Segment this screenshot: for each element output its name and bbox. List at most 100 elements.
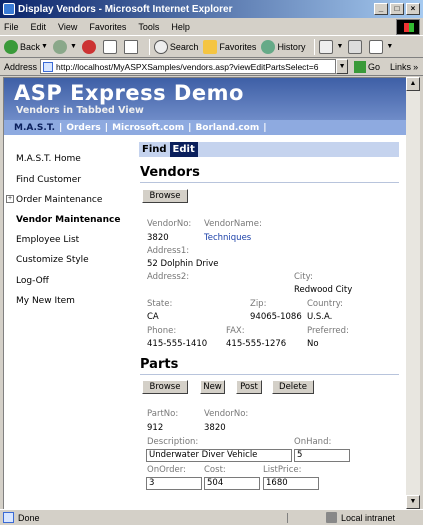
menu-view[interactable]: View: [58, 22, 77, 32]
description-label: Description:: [147, 437, 199, 447]
search-button[interactable]: Search: [153, 39, 198, 54]
stop-icon: [81, 39, 96, 54]
menu-help[interactable]: Help: [171, 22, 190, 32]
tab-strip: Find Edit: [139, 142, 399, 157]
refresh-button[interactable]: [102, 39, 119, 54]
phone-label: Phone:: [147, 326, 177, 336]
vendor-no-value: 3820: [147, 233, 169, 243]
go-button[interactable]: Go: [354, 60, 380, 73]
city-label: City:: [294, 272, 313, 282]
back-label: Back: [20, 41, 41, 52]
go-arrow-icon: [354, 60, 367, 73]
back-button[interactable]: Back ▼: [4, 39, 48, 54]
state-label: State:: [147, 299, 173, 309]
search-icon: [153, 39, 168, 54]
on-order-label: OnOrder:: [147, 465, 186, 475]
favorites-label: Favorites: [219, 41, 257, 52]
history-label: History: [277, 41, 306, 52]
security-zone: Local intranet: [326, 512, 395, 523]
sidebar-item-employee-list[interactable]: Employee List: [16, 235, 79, 245]
chevron-down-icon: ▼: [41, 43, 48, 50]
sidebar-item-order-maintenance[interactable]: Order Maintenance: [16, 195, 102, 205]
menu-favorites[interactable]: Favorites: [89, 22, 126, 32]
parts-delete-button[interactable]: Delete: [272, 380, 314, 394]
chevron-down-icon: ▼: [386, 43, 394, 50]
sidebar-item-customize-style[interactable]: Customize Style: [16, 255, 89, 265]
tab-edit[interactable]: Edit: [169, 142, 198, 157]
menu-edit[interactable]: Edit: [31, 22, 47, 32]
vendors-title: Vendors: [140, 165, 200, 180]
close-button[interactable]: ×: [406, 3, 420, 15]
cost-field[interactable]: 504: [204, 477, 260, 490]
forward-arrow-icon: [52, 39, 67, 54]
parts-title: Parts: [140, 357, 179, 372]
vendor-name-value[interactable]: Techniques: [204, 233, 251, 243]
address-dropdown-button[interactable]: ▼: [336, 59, 349, 74]
parts-new-button[interactable]: New: [200, 380, 225, 394]
forward-button[interactable]: ▼: [52, 39, 77, 54]
vendor-no-label: VendorNo:: [147, 219, 192, 229]
sidebar-item-mast-home[interactable]: M.A.S.T. Home: [16, 154, 81, 164]
links-label: Links: [390, 61, 412, 72]
vendor-name-label: VendorName:: [204, 219, 262, 229]
on-hand-field[interactable]: 5: [294, 449, 350, 462]
maximize-button[interactable]: □: [390, 3, 404, 15]
banner-title: ASP Express Demo: [14, 81, 244, 105]
address1-label: Address1:: [147, 246, 190, 256]
history-button[interactable]: History: [261, 39, 306, 54]
scroll-down-button[interactable]: ▼: [406, 495, 420, 509]
edit-icon: [369, 39, 384, 54]
list-price-field[interactable]: 1680: [263, 477, 319, 490]
parts-browse-button[interactable]: Browse: [142, 380, 188, 394]
back-arrow-icon: [4, 39, 18, 54]
menu-bar: File Edit View Favorites Tools Help: [0, 18, 423, 36]
zone-label: Local intranet: [341, 512, 396, 523]
nav-separator: |: [188, 122, 192, 133]
sidebar-item-log-off[interactable]: Log-Off: [16, 276, 49, 286]
site-banner: ASP Express Demo Vendors in Tabbed View: [4, 78, 406, 120]
vendors-browse-button[interactable]: Browse: [142, 189, 188, 203]
preferred-value: No: [307, 339, 319, 349]
intranet-icon: [326, 512, 337, 523]
nav-microsoft[interactable]: Microsoft.com: [112, 123, 184, 133]
address-label: Address: [4, 61, 38, 72]
address-bar: Address http://localhost/MyASPXSamples/v…: [0, 58, 423, 76]
sidebar-item-find-customer[interactable]: Find Customer: [16, 175, 81, 185]
address-input[interactable]: http://localhost/MyASPXSamples/vendors.a…: [40, 59, 337, 74]
status-bar: Done Local intranet: [0, 509, 423, 525]
description-field[interactable]: Underwater Diver Vehicle: [146, 449, 292, 462]
nav-separator: |: [59, 122, 63, 133]
menu-file[interactable]: File: [4, 22, 19, 32]
stop-button[interactable]: [81, 39, 98, 54]
favorites-icon: [203, 39, 218, 54]
expand-plus-icon[interactable]: +: [6, 195, 14, 203]
tab-find[interactable]: Find: [139, 142, 170, 157]
nav-mast[interactable]: M.A.S.T.: [14, 123, 55, 133]
edit-page-button[interactable]: ▼: [369, 39, 394, 54]
city-value: Redwood City: [294, 285, 353, 295]
print-button[interactable]: [348, 39, 364, 54]
fax-label: FAX:: [226, 326, 245, 336]
vertical-scrollbar[interactable]: ▲ ▼: [406, 77, 420, 509]
parts-post-button[interactable]: Post: [236, 380, 262, 394]
toolbar-separator: [148, 38, 150, 55]
status-text: Done: [18, 512, 288, 523]
mail-button[interactable]: ▼: [319, 39, 344, 54]
home-button[interactable]: [123, 39, 140, 54]
address-url: http://localhost/MyASPXSamples/vendors.a…: [56, 61, 319, 72]
windows-logo-icon: [396, 19, 420, 35]
sidebar-item-my-new-item[interactable]: My New Item: [16, 296, 75, 306]
list-price-label: ListPrice:: [263, 465, 302, 475]
favorites-button[interactable]: Favorites: [203, 39, 257, 54]
minimize-button[interactable]: _: [374, 3, 388, 15]
window-title: Display Vendors - Microsoft Internet Exp…: [18, 3, 233, 15]
menu-tools[interactable]: Tools: [138, 22, 159, 32]
chevron-down-icon: ▼: [336, 43, 344, 50]
links-button[interactable]: Links »: [390, 62, 418, 72]
nav-orders[interactable]: Orders: [66, 123, 100, 133]
nav-borland[interactable]: Borland.com: [195, 123, 259, 133]
cost-label: Cost:: [204, 465, 226, 475]
on-order-field[interactable]: 3: [146, 477, 202, 490]
scroll-up-button[interactable]: ▲: [406, 77, 420, 91]
sidebar-item-vendor-maintenance[interactable]: Vendor Maintenance: [16, 215, 120, 225]
